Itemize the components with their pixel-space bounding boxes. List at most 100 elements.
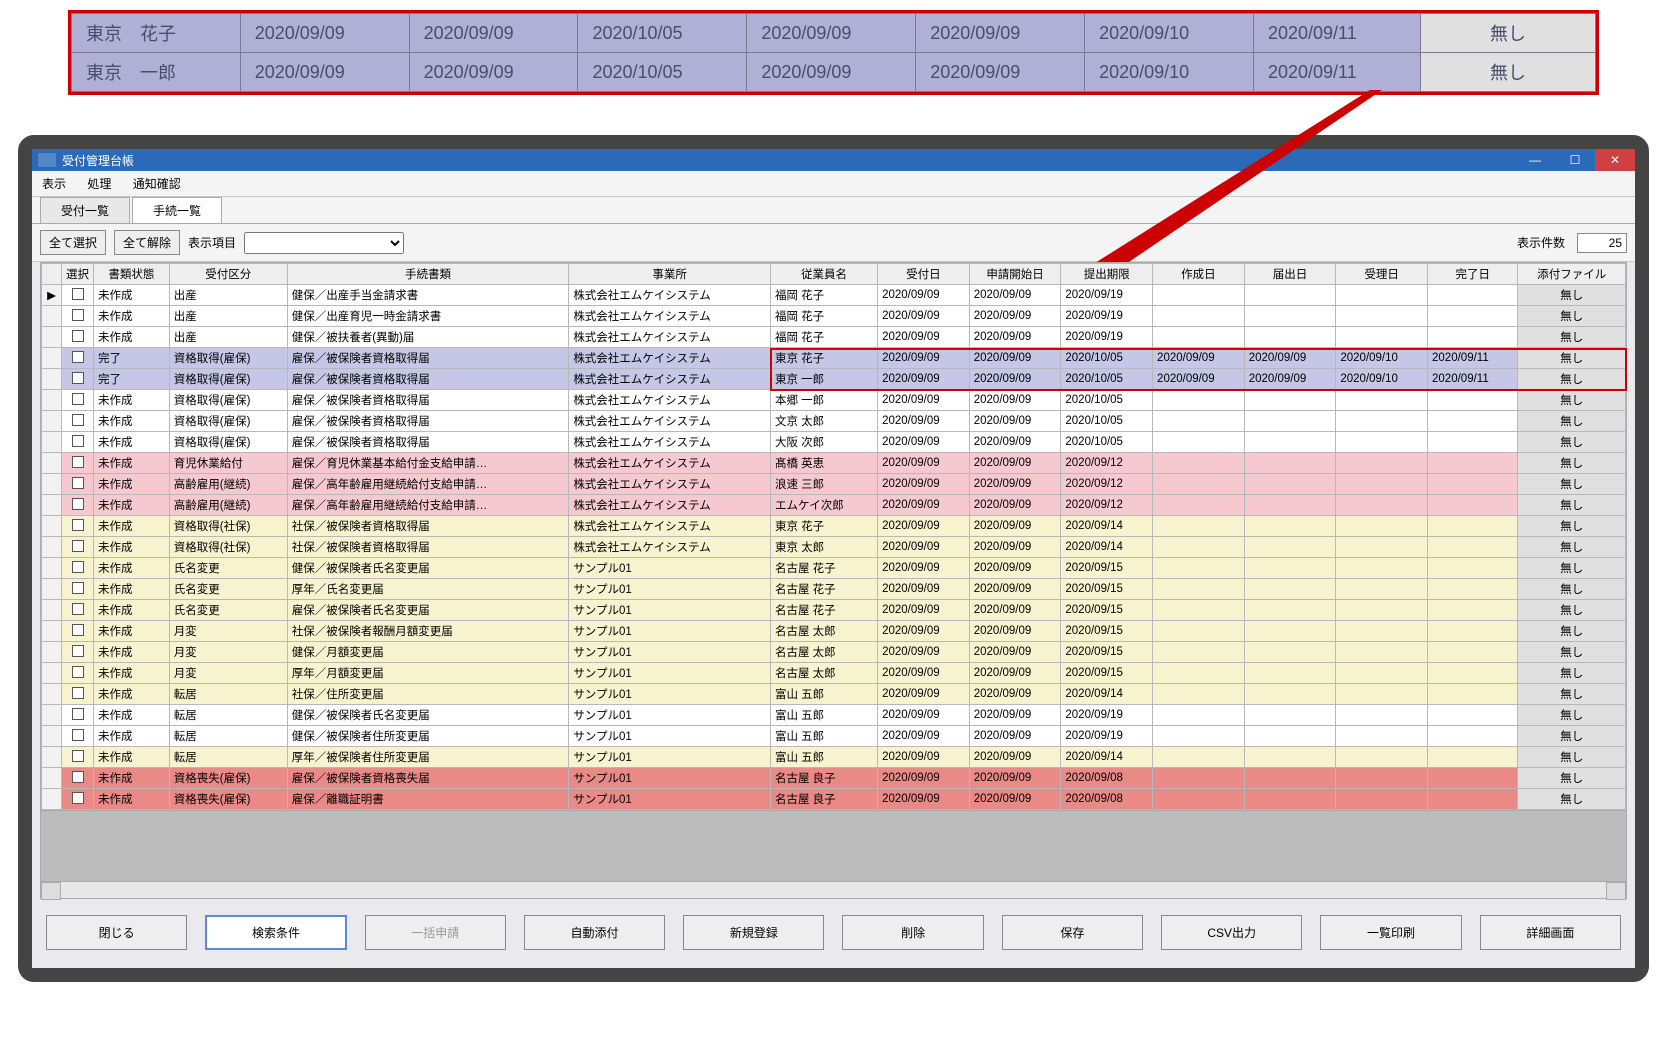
attachment-button[interactable]: 無し	[1518, 600, 1626, 621]
column-header[interactable]: 添付ファイル	[1518, 264, 1626, 285]
row-checkbox[interactable]	[62, 453, 94, 474]
table-row[interactable]: 未作成資格取得(社保)社保／被保険者資格取得届株式会社エムケイシステム東京 太郎…	[42, 537, 1626, 558]
row-checkbox[interactable]	[62, 306, 94, 327]
menu-process[interactable]: 処理	[87, 177, 111, 191]
attachment-button[interactable]: 無し	[1518, 663, 1626, 684]
table-row[interactable]: ▶未作成出産健保／出産手当金請求書株式会社エムケイシステム福岡 花子2020/0…	[42, 285, 1626, 306]
table-row[interactable]: 未作成資格喪失(雇保)雇保／離職証明書サンプル01名古屋 良子2020/09/0…	[42, 789, 1626, 810]
close-button[interactable]: ✕	[1595, 149, 1635, 171]
tab-procedure-list[interactable]: 手続一覧	[132, 197, 222, 223]
attachment-button[interactable]: 無し	[1518, 621, 1626, 642]
minimize-button[interactable]: ―	[1515, 149, 1555, 171]
cmd-save[interactable]: 保存	[1002, 915, 1143, 950]
column-header[interactable]: 申請開始日	[969, 264, 1061, 285]
row-checkbox[interactable]	[62, 768, 94, 789]
row-checkbox[interactable]	[62, 747, 94, 768]
attachment-button[interactable]: 無し	[1518, 642, 1626, 663]
data-grid[interactable]: 選択書類状態受付区分手続書類事業所従業員名受付日申請開始日提出期限作成日届出日受…	[41, 263, 1626, 810]
attachment-button[interactable]: 無し	[1518, 684, 1626, 705]
table-row[interactable]: 未作成転居健保／被保険者住所変更届サンプル01富山 五郎2020/09/0920…	[42, 726, 1626, 747]
maximize-button[interactable]: ☐	[1555, 149, 1595, 171]
table-row[interactable]: 未作成氏名変更健保／被保険者氏名変更届サンプル01名古屋 花子2020/09/0…	[42, 558, 1626, 579]
column-header[interactable]: 作成日	[1153, 264, 1245, 285]
column-header[interactable]: 手続書類	[287, 264, 569, 285]
row-checkbox[interactable]	[62, 285, 94, 306]
table-row[interactable]: 未作成出産健保／被扶養者(異動)届株式会社エムケイシステム福岡 花子2020/0…	[42, 327, 1626, 348]
column-header[interactable]: 受理日	[1336, 264, 1428, 285]
cmd-auto[interactable]: 自動添付	[524, 915, 665, 950]
column-header[interactable]	[42, 264, 62, 285]
cmd-detail[interactable]: 詳細画面	[1480, 915, 1621, 950]
attachment-button[interactable]: 無し	[1518, 789, 1626, 810]
table-row[interactable]: 未作成出産健保／出産育児一時金請求書株式会社エムケイシステム福岡 花子2020/…	[42, 306, 1626, 327]
cmd-print[interactable]: 一覧印刷	[1320, 915, 1461, 950]
attachment-button[interactable]: 無し	[1518, 285, 1626, 306]
display-items-select[interactable]	[244, 232, 404, 254]
row-checkbox[interactable]	[62, 390, 94, 411]
row-checkbox[interactable]	[62, 579, 94, 600]
table-row[interactable]: 完了資格取得(雇保)雇保／被保険者資格取得届株式会社エムケイシステム東京 一郎2…	[42, 369, 1626, 390]
callout-attach-button[interactable]: 無し	[1421, 14, 1596, 53]
row-checkbox[interactable]	[62, 789, 94, 810]
table-row[interactable]: 未作成転居健保／被保険者氏名変更届サンプル01富山 五郎2020/09/0920…	[42, 705, 1626, 726]
attachment-button[interactable]: 無し	[1518, 306, 1626, 327]
row-checkbox[interactable]	[62, 495, 94, 516]
table-row[interactable]: 未作成資格取得(雇保)雇保／被保険者資格取得届株式会社エムケイシステム大阪 次郎…	[42, 432, 1626, 453]
menu-notify[interactable]: 通知確認	[133, 177, 181, 191]
clear-all-button[interactable]: 全て解除	[114, 230, 180, 255]
row-checkbox[interactable]	[62, 474, 94, 495]
column-header[interactable]: 選択	[62, 264, 94, 285]
table-row[interactable]: 完了資格取得(雇保)雇保／被保険者資格取得届株式会社エムケイシステム東京 花子2…	[42, 348, 1626, 369]
row-checkbox[interactable]	[62, 642, 94, 663]
table-row[interactable]: 未作成転居社保／住所変更届サンプル01富山 五郎2020/09/092020/0…	[42, 684, 1626, 705]
row-checkbox[interactable]	[62, 684, 94, 705]
attachment-button[interactable]: 無し	[1518, 411, 1626, 432]
row-checkbox[interactable]	[62, 327, 94, 348]
column-header[interactable]: 書類状態	[94, 264, 170, 285]
cmd-delete[interactable]: 削除	[842, 915, 983, 950]
cmd-csv[interactable]: CSV出力	[1161, 915, 1302, 950]
column-header[interactable]: 従業員名	[770, 264, 877, 285]
attachment-button[interactable]: 無し	[1518, 369, 1626, 390]
row-checkbox[interactable]	[62, 432, 94, 453]
row-checkbox[interactable]	[62, 726, 94, 747]
column-header[interactable]: 事業所	[569, 264, 771, 285]
column-header[interactable]: 受付区分	[169, 264, 287, 285]
menu-display[interactable]: 表示	[42, 177, 66, 191]
cmd-close[interactable]: 閉じる	[46, 915, 187, 950]
cmd-new[interactable]: 新規登録	[683, 915, 824, 950]
row-checkbox[interactable]	[62, 600, 94, 621]
row-checkbox[interactable]	[62, 621, 94, 642]
attachment-button[interactable]: 無し	[1518, 327, 1626, 348]
row-checkbox[interactable]	[62, 369, 94, 390]
table-row[interactable]: 未作成資格取得(雇保)雇保／被保険者資格取得届株式会社エムケイシステム文京 太郎…	[42, 411, 1626, 432]
callout-attach-button[interactable]: 無し	[1421, 53, 1596, 92]
cmd-batch[interactable]: 一括申請	[365, 915, 506, 950]
row-checkbox[interactable]	[62, 516, 94, 537]
table-row[interactable]: 未作成資格喪失(雇保)雇保／被保険者資格喪失届サンプル01名古屋 良子2020/…	[42, 768, 1626, 789]
attachment-button[interactable]: 無し	[1518, 516, 1626, 537]
column-header[interactable]: 提出期限	[1061, 264, 1153, 285]
horizontal-scrollbar[interactable]	[40, 881, 1627, 899]
attachment-button[interactable]: 無し	[1518, 768, 1626, 789]
tab-reception-list[interactable]: 受付一覧	[40, 197, 130, 223]
attachment-button[interactable]: 無し	[1518, 453, 1626, 474]
row-checkbox[interactable]	[62, 663, 94, 684]
table-row[interactable]: 未作成高齢雇用(継続)雇保／高年齢雇用継続給付支給申請…株式会社エムケイシステム…	[42, 474, 1626, 495]
attachment-button[interactable]: 無し	[1518, 747, 1626, 768]
table-row[interactable]: 未作成月変社保／被保険者報酬月額変更届サンプル01名古屋 太郎2020/09/0…	[42, 621, 1626, 642]
row-checkbox[interactable]	[62, 705, 94, 726]
select-all-button[interactable]: 全て選択	[40, 230, 106, 255]
table-row[interactable]: 未作成転居厚年／被保険者住所変更届サンプル01富山 五郎2020/09/0920…	[42, 747, 1626, 768]
row-checkbox[interactable]	[62, 348, 94, 369]
table-row[interactable]: 未作成資格取得(社保)社保／被保険者資格取得届株式会社エムケイシステム東京 花子…	[42, 516, 1626, 537]
column-header[interactable]: 受付日	[878, 264, 970, 285]
column-header[interactable]: 完了日	[1428, 264, 1518, 285]
table-row[interactable]: 未作成氏名変更雇保／被保険者氏名変更届サンプル01名古屋 花子2020/09/0…	[42, 600, 1626, 621]
row-checkbox[interactable]	[62, 411, 94, 432]
attachment-button[interactable]: 無し	[1518, 348, 1626, 369]
table-row[interactable]: 未作成月変厚年／月額変更届サンプル01名古屋 太郎2020/09/092020/…	[42, 663, 1626, 684]
attachment-button[interactable]: 無し	[1518, 390, 1626, 411]
attachment-button[interactable]: 無し	[1518, 537, 1626, 558]
table-row[interactable]: 未作成高齢雇用(継続)雇保／高年齢雇用継続給付支給申請…株式会社エムケイシステム…	[42, 495, 1626, 516]
